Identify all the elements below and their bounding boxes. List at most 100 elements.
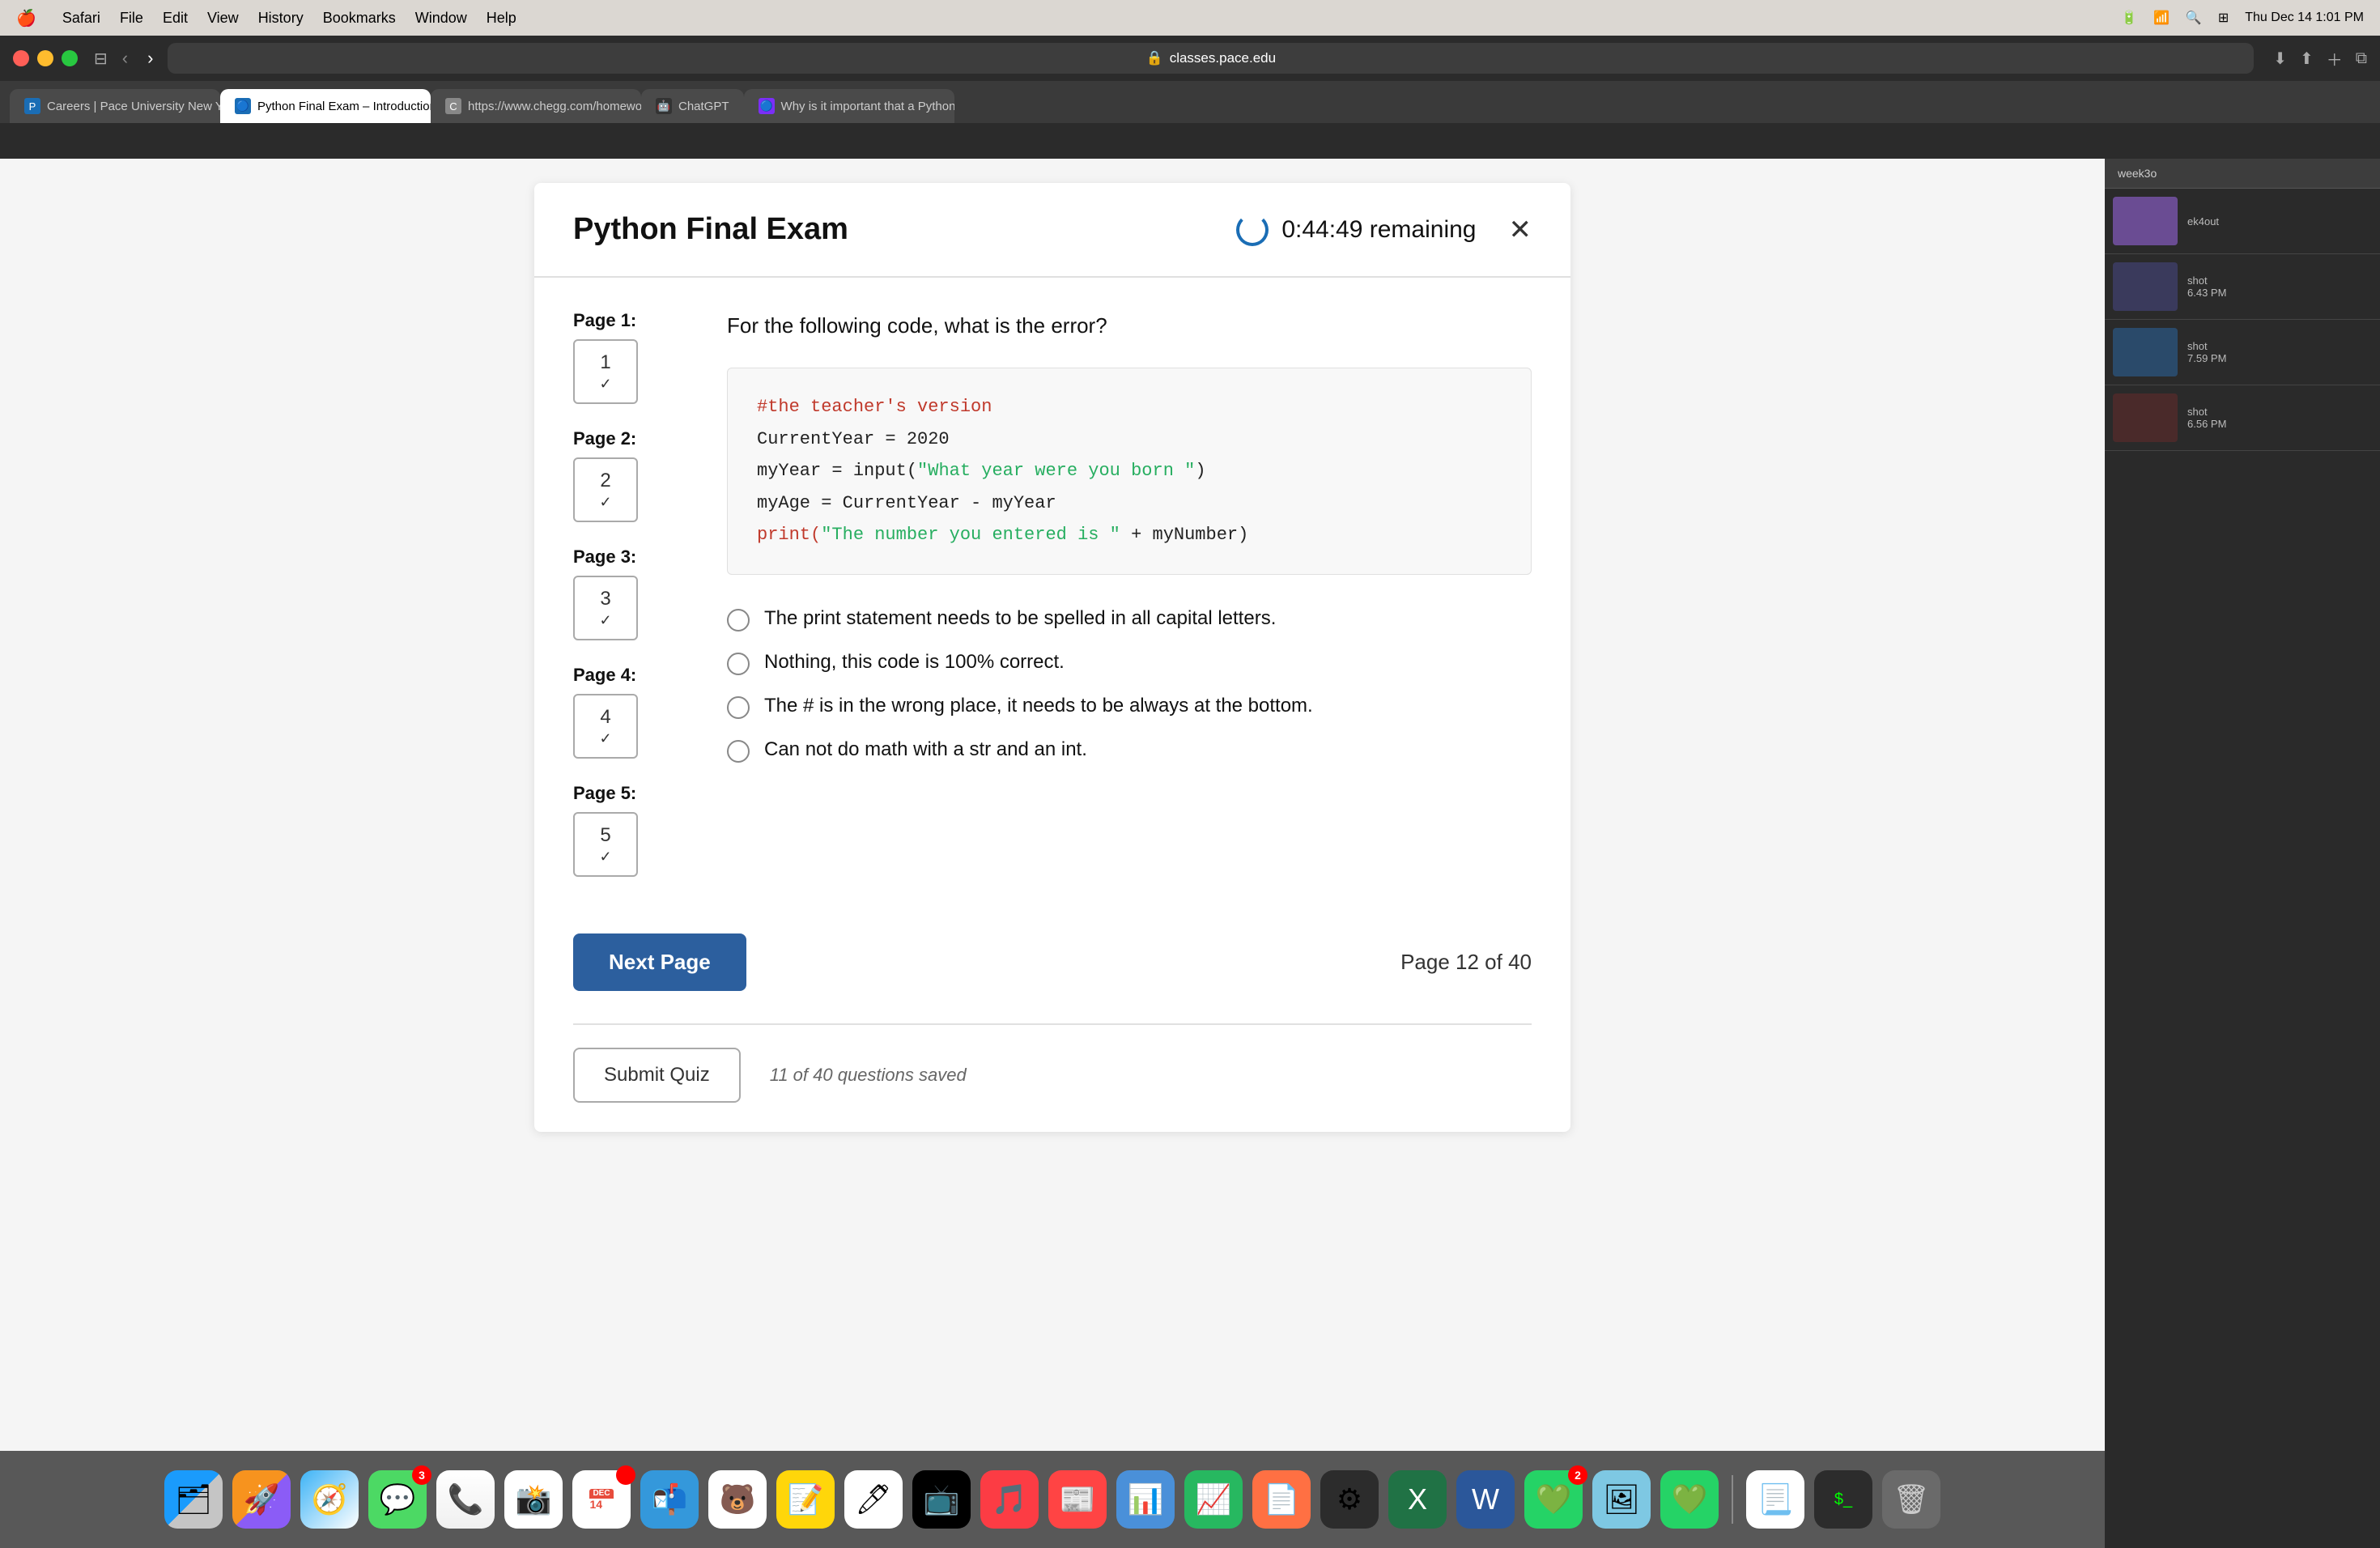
close-exam-button[interactable]: ✕ [1509, 214, 1532, 246]
dock-whatsapp2[interactable]: 💚 [1660, 1470, 1719, 1529]
sidebar-toggle-button[interactable]: ⊟ [94, 49, 108, 69]
close-window-button[interactable] [13, 50, 29, 66]
page-5-check: ✓ [599, 848, 611, 865]
page-2-check: ✓ [599, 494, 611, 511]
dock-music[interactable]: 🎵 [980, 1470, 1039, 1529]
menu-help[interactable]: Help [487, 10, 516, 27]
calendar-badge [616, 1465, 635, 1485]
option-4[interactable]: Can not do math with a str and an int. [727, 738, 1532, 763]
back-button[interactable]: ‹ [117, 45, 133, 72]
page-3-box[interactable]: 3 ✓ [573, 576, 638, 640]
dock-safari[interactable]: 🧭 [300, 1470, 359, 1529]
page-1-number: 1 [600, 351, 610, 374]
dock-reminders[interactable]: 🐻 [708, 1470, 767, 1529]
page-1-box[interactable]: 1 ✓ [573, 339, 638, 404]
page-1-check: ✓ [599, 376, 611, 393]
tab-label-python: Python Final Exam – Introduction to... [257, 100, 431, 113]
apple-menu[interactable]: 🍎 [16, 8, 36, 28]
dock-documents[interactable]: 📃 [1746, 1470, 1804, 1529]
dock-freeform[interactable]: 🖊 [844, 1470, 903, 1529]
tab-python-exam[interactable]: 🔵 Python Final Exam – Introduction to... [220, 89, 431, 123]
dock-calendar[interactable]: DEC 14 [572, 1470, 631, 1529]
browser: ⊟ ‹ › 🔒 classes.pace.edu ⬇ ⬆ ＋ ⧉ P Caree… [0, 36, 2380, 1548]
download-icon[interactable]: ⬇ [2273, 49, 2287, 69]
address-bar[interactable]: 🔒 classes.pace.edu [168, 43, 2254, 74]
page-2-box[interactable]: 2 ✓ [573, 457, 638, 522]
screenshot-info-4: shot 6.56 PM [2187, 406, 2226, 430]
messages-badge: 3 [412, 1465, 431, 1485]
code-comment: #the teacher's version [757, 397, 992, 417]
share-icon[interactable]: ⬆ [2300, 49, 2314, 69]
menu-bookmarks[interactable]: Bookmarks [323, 10, 396, 27]
tab-overview-icon[interactable]: ⧉ [2356, 49, 2367, 68]
dock-word[interactable]: W [1456, 1470, 1515, 1529]
submit-quiz-button[interactable]: Submit Quiz [573, 1048, 741, 1103]
page-group-5: Page 5: 5 ✓ [573, 783, 678, 877]
address-text[interactable]: classes.pace.edu [1170, 50, 1276, 66]
tab-icon-chegg: C [445, 98, 461, 114]
page-5-box[interactable]: 5 ✓ [573, 812, 638, 877]
dock-pages[interactable]: 📄 [1252, 1470, 1311, 1529]
radio-1[interactable] [727, 609, 750, 632]
datetime: Thu Dec 14 1:01 PM [2245, 11, 2364, 25]
screenshot-info-2: shot 6.43 PM [2187, 274, 2226, 299]
dock-separator [1732, 1475, 1733, 1524]
menu-edit[interactable]: Edit [163, 10, 188, 27]
dock-news[interactable]: 📰 [1048, 1470, 1107, 1529]
code-print-str: "The number you entered is " [821, 525, 1120, 545]
fullscreen-window-button[interactable] [62, 50, 78, 66]
forward-button[interactable]: › [142, 45, 158, 72]
search-icon[interactable]: 🔍 [2186, 10, 2202, 26]
radio-3[interactable] [727, 696, 750, 719]
dock-terminal[interactable]: $_ [1814, 1470, 1872, 1529]
tab-icon-python: 🔵 [235, 98, 251, 114]
menu-file[interactable]: File [120, 10, 143, 27]
pages-sidebar: Page 1: 1 ✓ Page 2: 2 ✓ [573, 310, 678, 901]
browser-toolbar: ⊟ ‹ › 🔒 classes.pace.edu ⬇ ⬆ ＋ ⧉ [0, 36, 2380, 81]
dock-keynote[interactable]: 📊 [1116, 1470, 1175, 1529]
menu-history[interactable]: History [258, 10, 304, 27]
tab-chatgpt[interactable]: 🤖 ChatGPT [641, 89, 744, 123]
dock-launchpad[interactable]: 🚀 [232, 1470, 291, 1529]
page-group-1: Page 1: 1 ✓ [573, 310, 678, 404]
radio-4[interactable] [727, 740, 750, 763]
dock-preview[interactable]: 🖼 [1592, 1470, 1651, 1529]
new-tab-icon[interactable]: ＋ [2327, 47, 2343, 70]
option-1[interactable]: The print statement needs to be spelled … [727, 607, 1532, 632]
dock-photos[interactable]: 📸 [504, 1470, 563, 1529]
dock-whatsapp[interactable]: 💚 2 [1524, 1470, 1583, 1529]
whatsapp-badge: 2 [1568, 1465, 1587, 1485]
dock-messages[interactable]: 💬 3 [368, 1470, 427, 1529]
screenshot-1: ek4out [2105, 189, 2380, 254]
option-2[interactable]: Nothing, this code is 100% correct. [727, 651, 1532, 675]
menu-window[interactable]: Window [415, 10, 467, 27]
tab-label-python-file: Why is it important that a Python file..… [781, 100, 954, 113]
dock-trash[interactable]: 🗑 [1882, 1470, 1940, 1529]
dock-excel[interactable]: X [1388, 1470, 1447, 1529]
menu-safari[interactable]: Safari [62, 10, 100, 27]
dock-notes[interactable]: 📝 [776, 1470, 835, 1529]
dock-contacts[interactable]: 📞 [436, 1470, 495, 1529]
minimize-window-button[interactable] [37, 50, 53, 66]
next-page-button[interactable]: Next Page [573, 933, 746, 991]
tab-icon-careers: P [24, 98, 40, 114]
option-1-text: The print statement needs to be spelled … [764, 607, 1276, 630]
dock-mail[interactable]: 📬 [640, 1470, 699, 1529]
dock-numbers[interactable]: 📈 [1184, 1470, 1243, 1529]
control-center-icon[interactable]: ⊞ [2218, 10, 2229, 26]
tab-careers[interactable]: P Careers | Pace University New York [10, 89, 220, 123]
dock-finder[interactable]: 🗂 [164, 1470, 223, 1529]
page-4-box[interactable]: 4 ✓ [573, 694, 638, 759]
menu-view[interactable]: View [207, 10, 239, 27]
code-current-year: CurrentYear = 2020 [757, 429, 950, 449]
radio-2[interactable] [727, 653, 750, 675]
exam-main: For the following code, what is the erro… [727, 310, 1532, 901]
dock-setapp[interactable]: ⚙ [1320, 1470, 1379, 1529]
dock-appletv[interactable]: 📺 [912, 1470, 971, 1529]
option-2-text: Nothing, this code is 100% correct. [764, 651, 1065, 674]
page-4-label: Page 4: [573, 665, 678, 686]
tab-chegg[interactable]: C https://www.chegg.com/homework-... [431, 89, 641, 123]
tab-python-file[interactable]: 🔵 Why is it important that a Python file… [744, 89, 954, 123]
option-3[interactable]: The # is in the wrong place, it needs to… [727, 695, 1532, 719]
timer-spinner [1236, 214, 1269, 246]
